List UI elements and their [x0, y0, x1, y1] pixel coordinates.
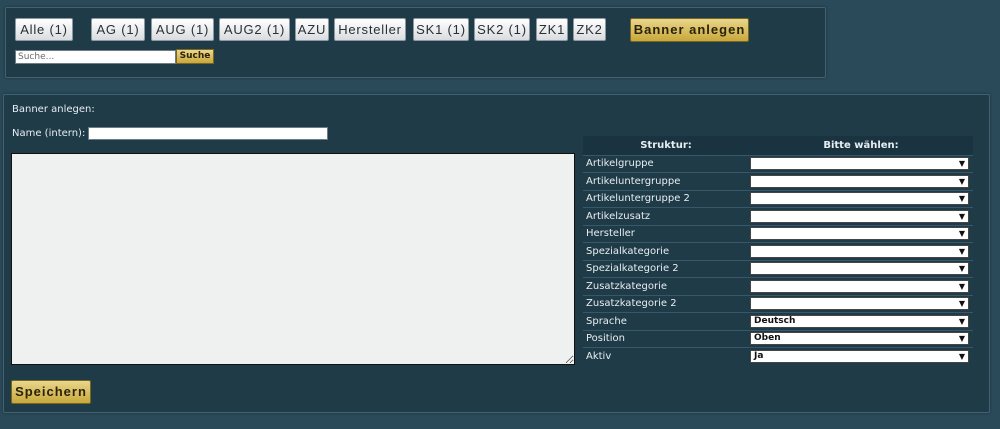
table-row: Zusatzkategorie 2 ▼	[583, 294, 973, 313]
structure-header-row: Struktur: Bitte wählen:	[583, 136, 973, 155]
filter-button-sk2[interactable]: SK2 (1)	[474, 18, 530, 41]
artikeluntergruppe-2-select[interactable]: ▼	[750, 192, 969, 206]
table-row: Sprache Deutsch ▼	[583, 312, 973, 330]
dropdown-arrow-icon: ▼	[958, 194, 965, 204]
row-label-position: Position	[583, 329, 749, 348]
name-input[interactable]	[88, 127, 328, 140]
table-row: Zusatzkategorie ▼	[583, 277, 973, 295]
banner-form-panel: Banner anlegen: Name (intern): Speichern…	[3, 94, 990, 413]
row-label-spezialkategorie: Spezialkategorie	[583, 242, 749, 260]
table-row: Hersteller ▼	[583, 224, 973, 243]
row-label-hersteller: Hersteller	[583, 224, 749, 243]
filter-button-azu[interactable]: AZU	[295, 18, 329, 41]
dropdown-arrow-icon: ▼	[958, 159, 965, 169]
sprache-select[interactable]: Deutsch ▼	[750, 314, 969, 328]
aktiv-select[interactable]: Ja ▼	[750, 350, 969, 363]
select-cell: ▼	[749, 172, 973, 190]
row-label-zusatzkategorie-2: Zusatzkategorie 2	[583, 294, 749, 313]
table-row: Artikelzusatz ▼	[583, 207, 973, 225]
spezialkategorie-2-select[interactable]: ▼	[750, 262, 969, 276]
filter-button-hersteller[interactable]: Hersteller	[334, 18, 406, 41]
search-button[interactable]: Suche	[176, 49, 214, 64]
section-title: Banner anlegen:	[12, 104, 95, 115]
dropdown-arrow-icon: ▼	[958, 316, 965, 326]
row-label-spezialkategorie-2: Spezialkategorie 2	[583, 259, 749, 278]
select-cell: ▼	[749, 259, 973, 278]
structure-body: Artikelgruppe ▼ Artikeluntergruppe ▼ Art…	[583, 154, 973, 365]
dropdown-arrow-icon: ▼	[958, 246, 965, 256]
dropdown-arrow-icon: ▼	[958, 264, 965, 274]
filter-panel: Alle (1) AG (1) AUG (1) AUG2 (1) AZU Her…	[5, 7, 826, 78]
filter-button-ag[interactable]: AG (1)	[91, 18, 145, 41]
dropdown-arrow-icon: ▼	[958, 299, 965, 309]
select-value: Oben	[754, 333, 781, 344]
table-row: Spezialkategorie 2 ▼	[583, 259, 973, 278]
dropdown-arrow-icon: ▼	[958, 176, 965, 186]
select-cell: ▼	[749, 154, 973, 173]
save-button[interactable]: Speichern	[11, 380, 91, 404]
banner-content-textarea[interactable]	[11, 153, 575, 365]
select-cell: Deutsch ▼	[749, 312, 973, 330]
search-input[interactable]	[15, 50, 176, 64]
row-label-aktiv: Aktiv	[583, 347, 749, 365]
create-banner-button[interactable]: Banner anlegen	[630, 18, 749, 42]
filter-button-zk2[interactable]: ZK2	[573, 18, 606, 41]
select-cell: ▼	[749, 224, 973, 243]
row-label-sprache: Sprache	[583, 312, 749, 330]
zusatzkategorie-2-select[interactable]: ▼	[750, 297, 969, 311]
select-cell: Ja ▼	[749, 347, 973, 365]
row-label-artikeluntergruppe-2: Artikeluntergruppe 2	[583, 189, 749, 208]
name-label: Name (intern):	[12, 128, 86, 139]
table-row: Artikeluntergruppe 2 ▼	[583, 189, 973, 208]
select-cell: Oben ▼	[749, 329, 973, 348]
table-row: Artikeluntergruppe ▼	[583, 172, 973, 190]
structure-table: Struktur: Bitte wählen: Artikelgruppe ▼ …	[583, 136, 973, 365]
artikeluntergruppe-select[interactable]: ▼	[750, 174, 969, 188]
row-label-zusatzkategorie: Zusatzkategorie	[583, 277, 749, 295]
dropdown-arrow-icon: ▼	[958, 229, 965, 239]
select-cell: ▼	[749, 207, 973, 225]
row-label-artikelgruppe: Artikelgruppe	[583, 154, 749, 173]
select-cell: ▼	[749, 294, 973, 313]
filter-button-aug2[interactable]: AUG2 (1)	[219, 18, 290, 41]
filter-button-zk1[interactable]: ZK1	[536, 18, 568, 41]
row-label-artikelzusatz: Artikelzusatz	[583, 207, 749, 225]
dropdown-arrow-icon: ▼	[958, 211, 965, 221]
row-label-artikeluntergruppe: Artikeluntergruppe	[583, 172, 749, 190]
artikelzusatz-select[interactable]: ▼	[750, 209, 969, 223]
table-row: Spezialkategorie ▼	[583, 242, 973, 260]
table-row: Aktiv Ja ▼	[583, 347, 973, 365]
selection-header: Bitte wählen:	[749, 136, 973, 155]
zusatzkategorie-select[interactable]: ▼	[750, 279, 969, 293]
filter-button-aug[interactable]: AUG (1)	[151, 18, 214, 41]
filter-button-alle[interactable]: Alle (1)	[15, 18, 73, 41]
hersteller-select[interactable]: ▼	[750, 227, 969, 241]
position-select[interactable]: Oben ▼	[750, 332, 969, 346]
table-row: Position Oben ▼	[583, 329, 973, 348]
filter-button-sk1[interactable]: SK1 (1)	[413, 18, 469, 41]
select-cell: ▼	[749, 277, 973, 295]
select-value: Deutsch	[754, 315, 796, 326]
spezialkategorie-select[interactable]: ▼	[750, 244, 969, 258]
dropdown-arrow-icon: ▼	[958, 281, 965, 291]
select-cell: ▼	[749, 189, 973, 208]
structure-header: Struktur:	[583, 136, 749, 155]
select-cell: ▼	[749, 242, 973, 260]
dropdown-arrow-icon: ▼	[958, 352, 965, 361]
select-value: Ja	[754, 351, 764, 361]
table-row: Artikelgruppe ▼	[583, 154, 973, 173]
dropdown-arrow-icon: ▼	[958, 334, 965, 344]
artikelgruppe-select[interactable]: ▼	[750, 157, 969, 171]
